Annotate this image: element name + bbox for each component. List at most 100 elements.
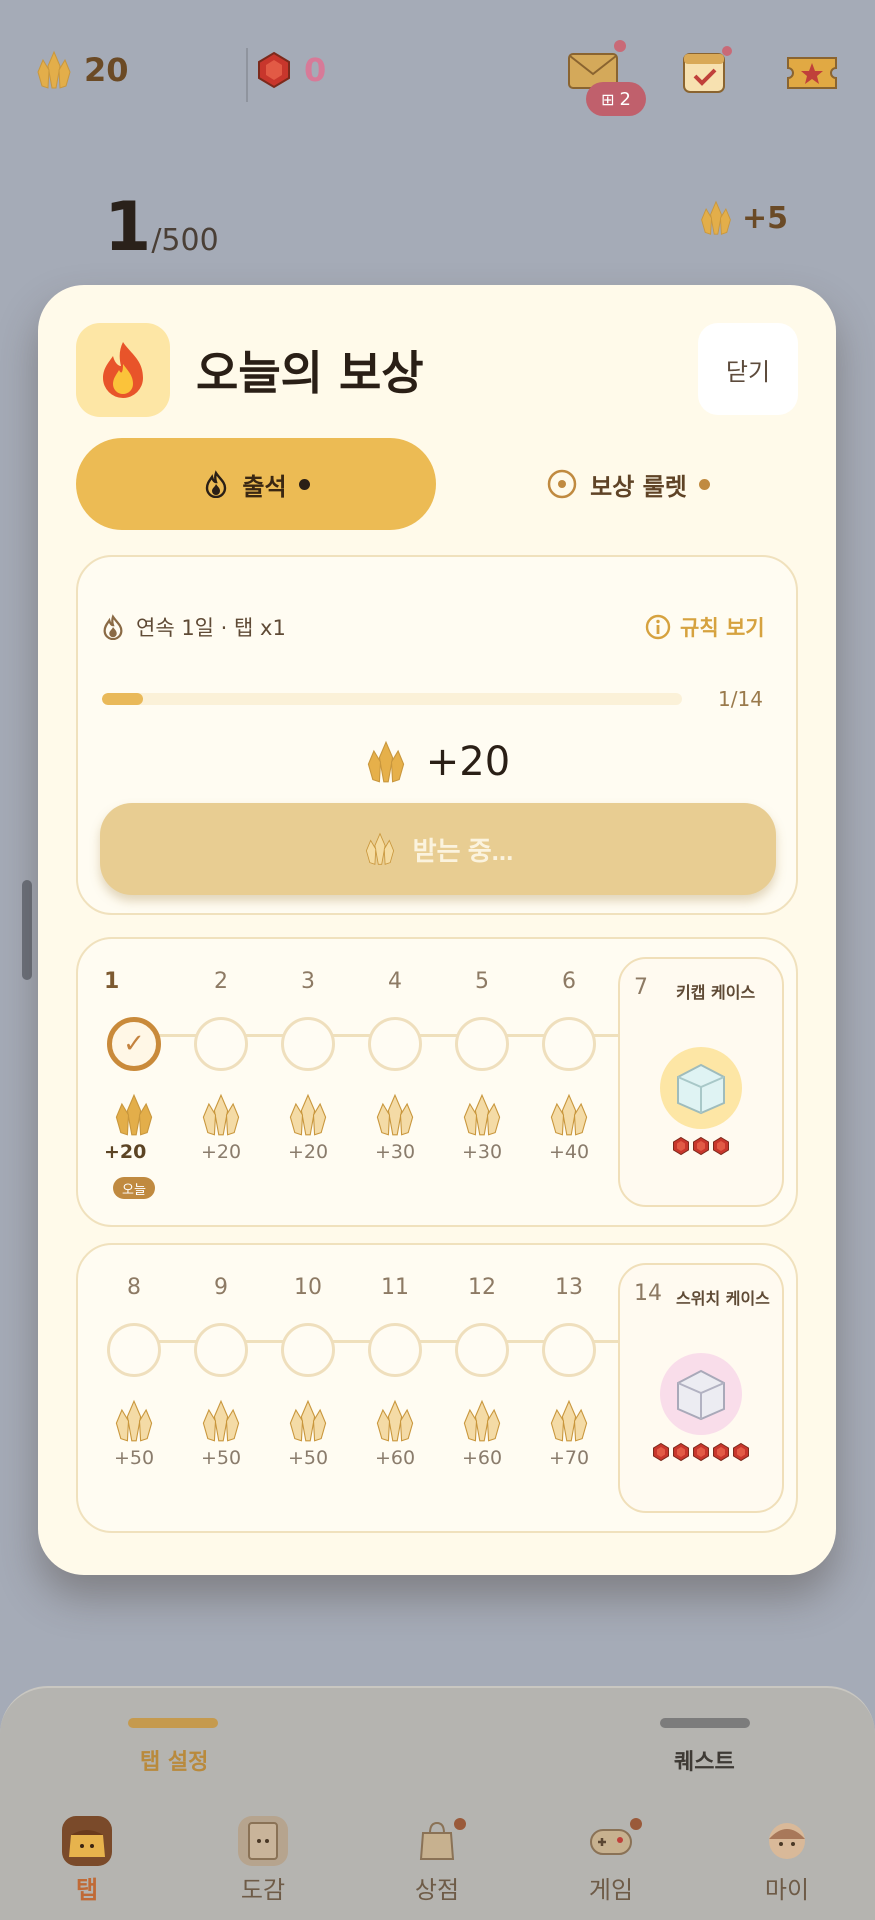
nav-label: 마이 <box>764 1876 810 1904</box>
day-circle <box>542 1323 596 1377</box>
nav-label: 게임 <box>588 1876 634 1904</box>
day-10[interactable]: 10 +50 <box>278 1271 338 1469</box>
switch-case-icon <box>660 1353 742 1435</box>
day-reward-value: +70 <box>548 1447 590 1469</box>
ruby-balance: 0 <box>254 50 326 90</box>
tab-settings[interactable]: 탭 설정 <box>140 1744 208 1776</box>
ruby-icon <box>254 50 294 90</box>
info-icon <box>645 614 671 640</box>
ruby-count: 0 <box>304 51 327 89</box>
ruby-icon <box>691 1441 711 1463</box>
close-button[interactable]: 닫기 <box>698 323 798 415</box>
rules-link[interactable]: 규칙 보기 <box>644 612 765 642</box>
day-circle <box>455 1323 509 1377</box>
day-number: 4 <box>388 969 402 994</box>
quest-handle <box>660 1718 750 1728</box>
day-8[interactable]: 8 +50 <box>104 1271 164 1469</box>
profile-icon <box>762 1816 812 1866</box>
mail-badge: ⊞ 2 <box>586 82 646 116</box>
day-11[interactable]: 11 +60 <box>365 1271 425 1469</box>
tab-quest[interactable]: 퀘스트 <box>674 1744 735 1776</box>
day-3[interactable]: 3 +20 <box>278 965 338 1163</box>
ruby-icon <box>711 1441 731 1463</box>
tab-settings-handle <box>128 1718 218 1728</box>
case-name: 키캡 케이스 <box>676 983 756 1002</box>
day-12[interactable]: 12 +60 <box>452 1271 512 1469</box>
nav-collection[interactable]: 도감 <box>218 1816 308 1905</box>
day-number: 12 <box>468 1275 496 1300</box>
nav-label: 탭 <box>75 1876 99 1904</box>
gem-icon <box>698 200 734 236</box>
case-day-number: 7 <box>634 975 648 1000</box>
day-4[interactable]: 4 +30 <box>365 965 425 1163</box>
day-2[interactable]: 2 +20 <box>191 965 251 1163</box>
day-reward-value: +30 <box>461 1141 503 1163</box>
ruby-icon <box>731 1441 751 1463</box>
today-reward: +20 <box>78 739 796 785</box>
tab-attendance[interactable]: 출석 <box>76 438 436 530</box>
tap-progress-value: 1 <box>104 188 152 267</box>
gamepad-icon <box>586 1816 636 1866</box>
case-ruby-cost <box>620 1441 782 1463</box>
calendar-dot <box>722 46 732 56</box>
day-reward-value: +60 <box>461 1447 503 1469</box>
day-1[interactable]: 1 ✓ +20 오늘 <box>104 965 164 1199</box>
gem-icon <box>363 832 397 866</box>
day-5[interactable]: 5 +30 <box>452 965 512 1163</box>
nav-shop[interactable]: 상점 <box>392 1816 482 1905</box>
streak-progress-bar <box>102 693 682 705</box>
currency-divider <box>246 48 248 102</box>
streak-progress-text: 1/14 <box>718 687 763 711</box>
day-circle <box>281 1017 335 1071</box>
day-9[interactable]: 9 +50 <box>191 1271 251 1469</box>
day-number: 13 <box>555 1275 583 1300</box>
ruby-icon <box>691 1135 711 1157</box>
nav-game[interactable]: 게임 <box>566 1816 656 1905</box>
bottom-sheet: 탭 설정 퀘스트 탭 도감 상점 게임 마이 <box>0 1686 875 1920</box>
gem-icon <box>286 1093 330 1137</box>
gem-icon <box>199 1399 243 1443</box>
gem-icon <box>460 1093 504 1137</box>
ruby-icon <box>711 1135 731 1157</box>
ticket-button[interactable] <box>784 52 840 94</box>
check-icon: ✓ <box>123 1029 145 1059</box>
day-number: 10 <box>294 1275 322 1300</box>
day-13[interactable]: 13 +70 <box>539 1271 599 1469</box>
rules-label: 규칙 보기 <box>680 616 765 640</box>
side-drawer-handle[interactable] <box>22 880 32 980</box>
day-number: 2 <box>214 969 228 994</box>
today-reward-amount: +20 <box>425 739 511 785</box>
per-tap-reward: +5 <box>698 200 788 236</box>
flame-outline-icon <box>103 614 123 640</box>
day-circle <box>194 1017 248 1071</box>
ruby-icon <box>671 1441 691 1463</box>
day-circle <box>368 1323 422 1377</box>
day-number: 3 <box>301 969 315 994</box>
day-6[interactable]: 6 +40 <box>539 965 599 1163</box>
gem-icon <box>112 1399 156 1443</box>
case-ruby-cost <box>620 1135 782 1157</box>
tab-roulette[interactable]: 보상 룰렛 <box>458 438 798 530</box>
fire-icon-box <box>76 323 170 417</box>
gem-balance: 20 <box>34 50 129 90</box>
book-icon <box>238 1816 288 1866</box>
day-circle <box>368 1017 422 1071</box>
claim-button[interactable]: 받는 중... <box>100 803 776 895</box>
day-circle <box>455 1017 509 1071</box>
mail-dot <box>614 40 626 52</box>
day-circle <box>281 1323 335 1377</box>
gem-icon <box>364 740 408 784</box>
pudding-icon <box>62 1816 112 1866</box>
week2-calendar: 14 스위치 케이스 8 +50 9 +50 10 +50 11 +60 12 +60 13 +70 <box>76 1243 798 1533</box>
streak-status-text: 연속 1일 · 탭 x1 <box>136 616 286 640</box>
day14-case-reward[interactable]: 14 스위치 케이스 <box>618 1263 784 1513</box>
nav-tap[interactable]: 탭 <box>42 1816 132 1905</box>
claim-label: 받는 중... <box>412 835 514 866</box>
nav-my[interactable]: 마이 <box>742 1816 832 1905</box>
day-number: 1 <box>104 969 120 994</box>
day7-case-reward[interactable]: 7 키캡 케이스 <box>618 957 784 1207</box>
gem-icon <box>460 1399 504 1443</box>
day-reward-value: +60 <box>374 1447 416 1469</box>
day-reward-value: +30 <box>374 1141 416 1163</box>
tap-progress: 1/500 <box>104 194 219 273</box>
